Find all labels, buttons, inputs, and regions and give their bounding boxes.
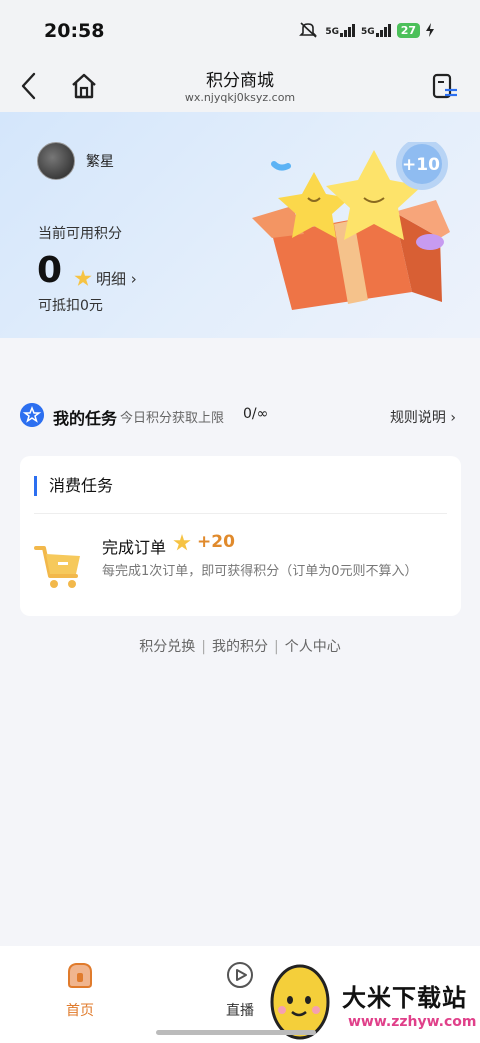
tab-live-label: 直播 [226,1003,254,1019]
order-points: +20 [197,532,235,552]
points-hero: 繁星 当前可用积分 0 明细 › 可抵扣0元 +10 [0,112,480,338]
points-detail-link[interactable]: 明细 › [74,268,137,289]
footer-link-exchange[interactable]: 积分兑换 [139,636,195,656]
rice-mascot-logo [270,964,330,1040]
signal-icon: 5G [361,23,391,37]
battery-icon: 27 [396,22,420,38]
points-label: 当前可用积分 [38,226,122,242]
play-circle-icon [227,962,253,988]
task-title: 我的任务 [53,409,118,428]
watermark-url: www.zzhyw.com [348,1014,477,1030]
more-menu-icon[interactable] [430,72,460,102]
detail-label: 明细 › [96,270,137,288]
watermark-title: 大米下载站 [342,984,467,1012]
deduct-text: 可抵扣0元 [38,298,103,314]
username: 繁星 [86,154,114,170]
status-icons: 5G 5G 27 [299,22,434,38]
tab-home-label: 首页 [66,1003,94,1019]
page-title: 积分商城 [206,71,274,91]
separator: | [274,639,279,655]
shopping-cart-icon [34,546,80,588]
task-limit-value: 0/∞ [243,406,269,422]
task-star-icon [20,403,44,427]
tab-home[interactable]: 首页 [50,960,110,1020]
home-indicator[interactable] [156,1030,316,1035]
order-task-description: 每完成1次订单，即可获得积分（订单为0元则不算入） [102,564,418,579]
rules-link[interactable]: 规则说明 › [390,407,456,427]
plus-ten-bubble: +10 [402,155,440,175]
separator: | [201,639,206,655]
nav-bar: 积分商城 wx.njyqkj0ksyz.com [0,62,480,112]
avatar[interactable] [37,142,75,180]
footer-link-profile[interactable]: 个人中心 [285,636,341,656]
star-icon [74,269,92,286]
footer-links: 积分兑换 | 我的积分 | 个人中心 [0,636,480,656]
consume-task-card: 消费任务 完成订单 +20 每完成1次订单，即可获得积分（订单为0元则不算入） [20,456,461,616]
footer-link-my-points[interactable]: 我的积分 [212,636,268,656]
order-task-title: 完成订单 [102,538,167,557]
star-icon [173,534,191,551]
signal-icon: 5G [325,23,356,37]
status-time: 20:58 [44,20,105,42]
task-header: 我的任务 今日积分获取上限 0/∞ 规则说明 › [0,395,480,435]
home-tab-icon [68,963,92,988]
points-value: 0 [37,250,63,291]
charging-icon [426,23,434,37]
page-url: wx.njyqkj0ksyz.com [184,91,296,104]
tab-live[interactable]: 直播 [210,960,270,1020]
divider [34,513,447,514]
card-section-title: 消费任务 [34,476,113,496]
status-bar: 20:58 5G 5G 27 [0,0,480,62]
mute-icon [299,22,318,38]
task-limit-label: 今日积分获取上限 [120,411,225,426]
